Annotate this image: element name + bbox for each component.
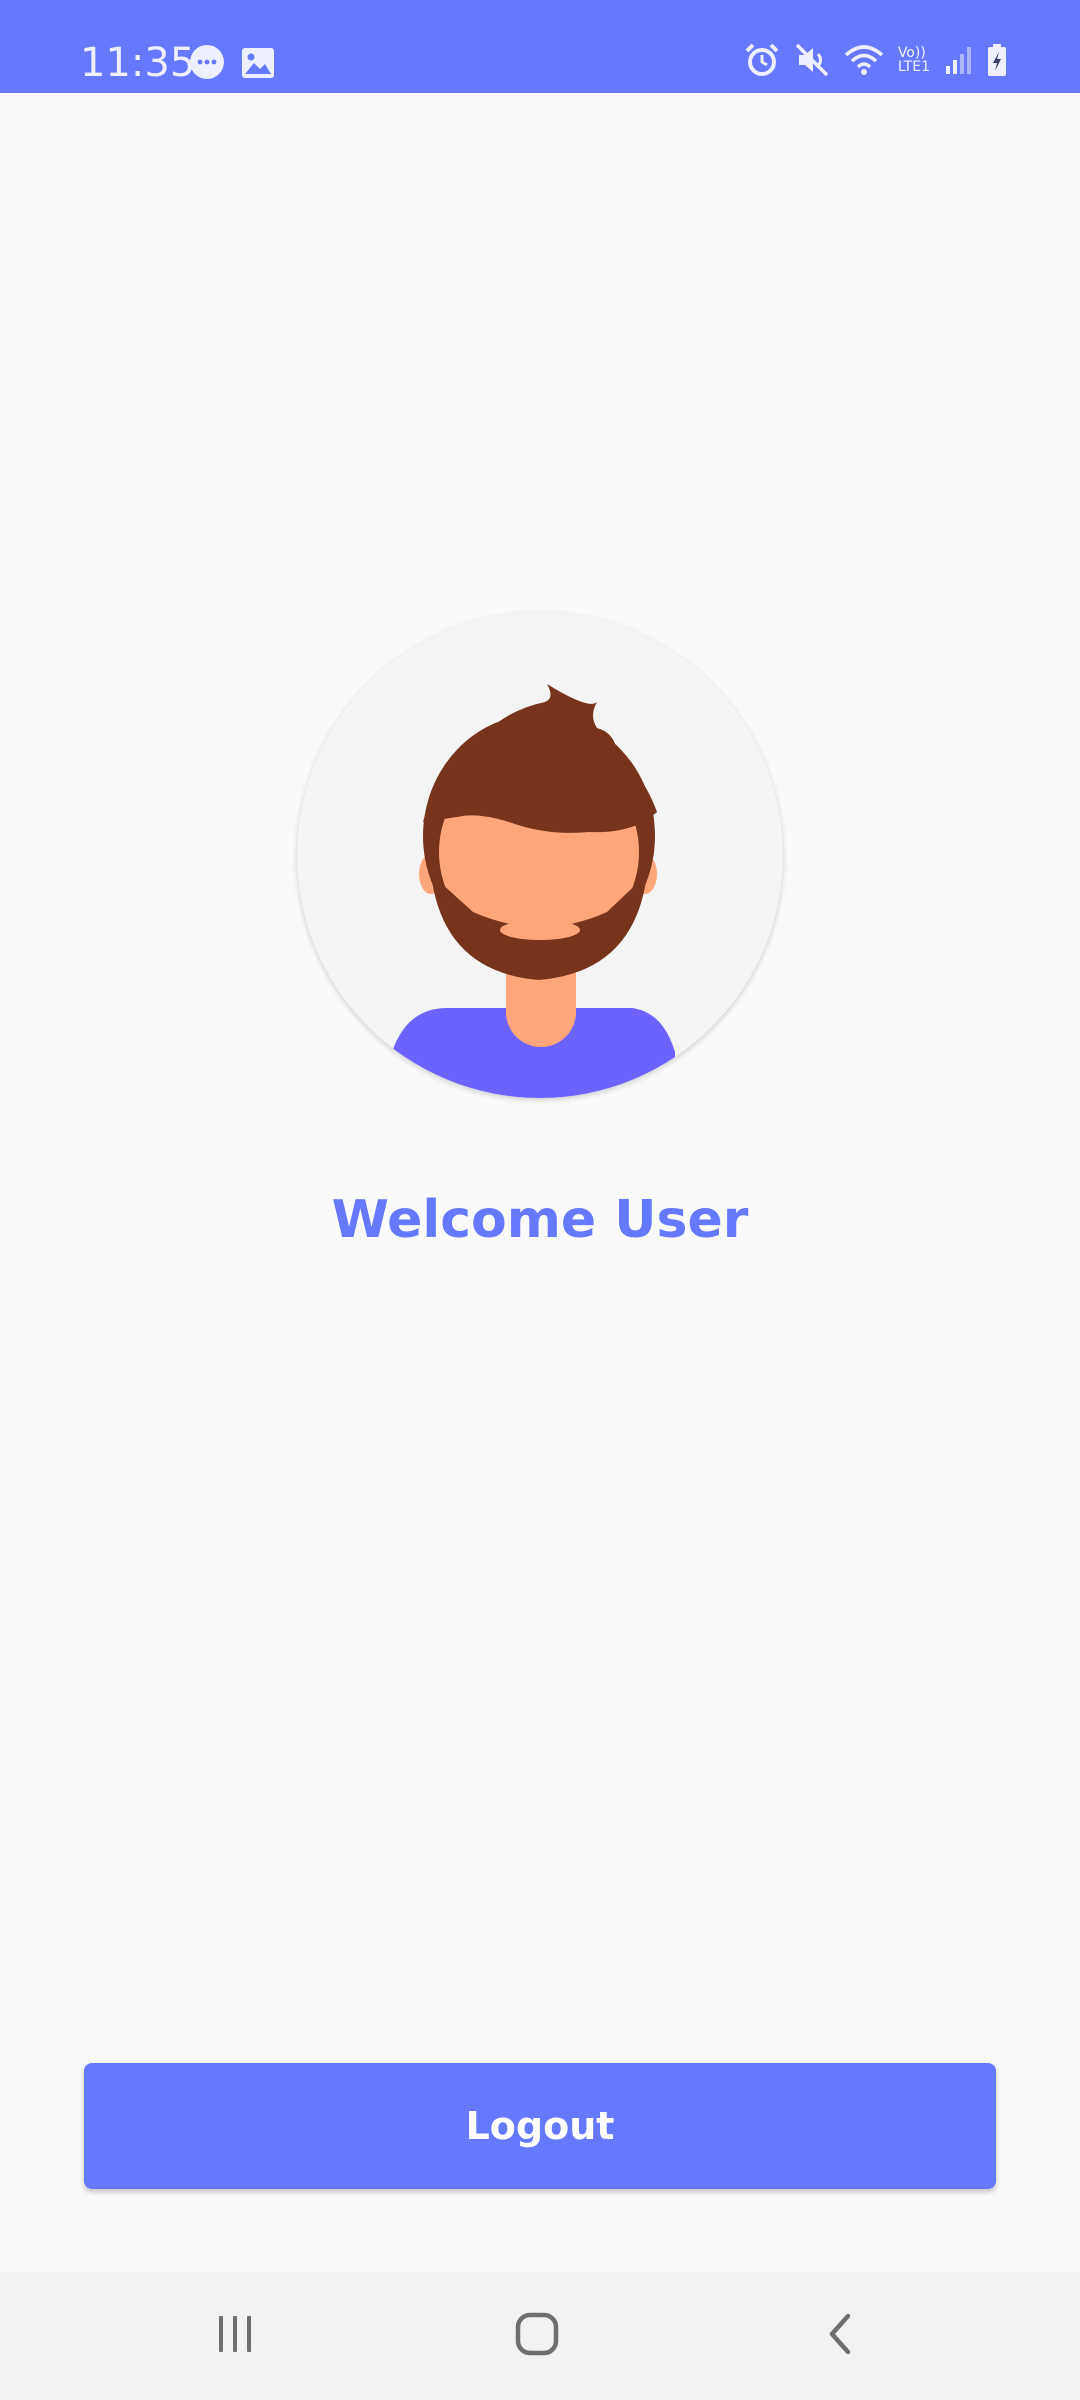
status-right-icons: Vo)) LTE1 <box>744 42 1008 78</box>
back-icon <box>820 2310 860 2362</box>
recents-button[interactable] <box>155 2272 315 2400</box>
recents-icon <box>213 2312 257 2360</box>
status-left-icons <box>188 44 276 82</box>
lte-label: LTE1 <box>897 59 930 75</box>
avatar-mouth <box>500 920 580 940</box>
chat-bubble-icon <box>188 44 226 82</box>
volte-label: Vo)) <box>897 45 926 61</box>
avatar-illustration <box>392 684 675 1098</box>
avatar-neck-base <box>506 977 576 1047</box>
status-bar: 11:35 Vo)) LTE1 <box>0 0 1080 93</box>
back-button[interactable] <box>760 2272 920 2400</box>
welcome-heading: Welcome User <box>331 1190 749 1250</box>
avatar <box>297 612 783 1098</box>
battery-charging-icon <box>986 43 1008 77</box>
status-time: 11:35 <box>80 40 196 86</box>
lte-indicator: Vo)) LTE1 <box>898 46 930 74</box>
mute-icon <box>794 42 830 78</box>
signal-icon <box>944 44 972 76</box>
home-button[interactable] <box>457 2272 617 2400</box>
alarm-icon <box>744 42 780 78</box>
logout-button[interactable]: Logout <box>84 2063 996 2189</box>
image-icon <box>240 46 276 80</box>
home-icon <box>513 2310 561 2362</box>
wifi-icon <box>844 43 884 77</box>
navigation-bar <box>0 2272 1080 2400</box>
